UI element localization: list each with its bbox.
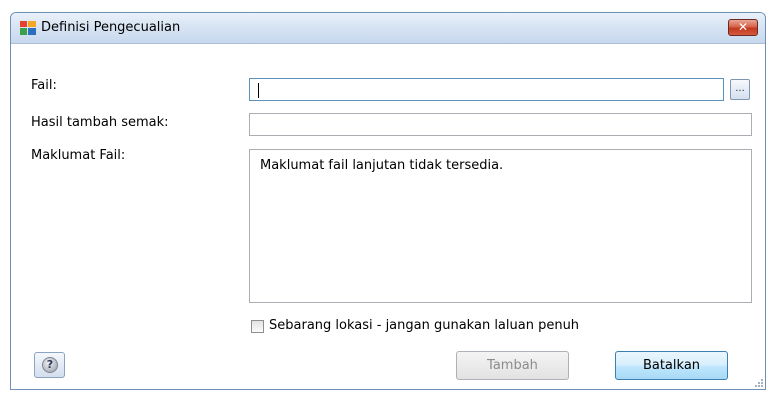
file-info-box[interactable]: Maklumat fail lanjutan tidak tersedia. <box>249 149 752 303</box>
resize-grip-icon[interactable] <box>753 377 763 387</box>
help-icon: ? <box>42 357 58 373</box>
any-location-label[interactable]: Sebarang lokasi - jangan gunakan laluan … <box>269 318 579 333</box>
exclusion-definition-dialog: Definisi Pengecualian ✕ Fail: ... Hasil … <box>10 12 766 390</box>
browse-button[interactable]: ... <box>730 79 750 100</box>
cancel-button[interactable]: Batalkan <box>615 351 728 380</box>
close-icon: ✕ <box>737 20 749 34</box>
close-button[interactable]: ✕ <box>728 19 758 36</box>
file-info-text: Maklumat fail lanjutan tidak tersedia. <box>260 158 504 173</box>
help-button[interactable]: ? <box>34 352 65 378</box>
file-label: Fail: <box>31 78 57 93</box>
text-caret <box>258 83 259 98</box>
add-button[interactable]: Tambah <box>456 351 569 380</box>
dialog-body: Fail: ... Hasil tambah semak: Maklumat F… <box>11 44 765 389</box>
checksum-label: Hasil tambah semak: <box>31 115 169 130</box>
file-info-label: Maklumat Fail: <box>31 148 126 163</box>
help-icon-glyph: ? <box>46 358 54 371</box>
ellipsis-icon: ... <box>735 83 745 94</box>
file-input[interactable] <box>249 78 724 101</box>
checksum-input[interactable] <box>249 113 752 136</box>
avg-logo-icon <box>20 21 36 35</box>
any-location-checkbox[interactable] <box>251 320 264 333</box>
title-bar[interactable]: Definisi Pengecualian ✕ <box>11 13 765 44</box>
window-title: Definisi Pengecualian <box>41 20 181 35</box>
